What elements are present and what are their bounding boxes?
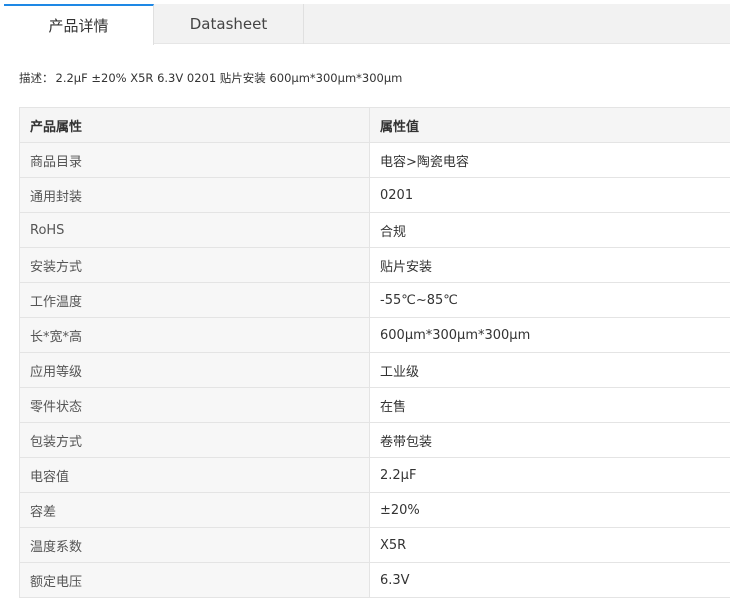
attribute-value: 0201 bbox=[369, 177, 730, 213]
table-row: 额定电压 6.3V bbox=[19, 562, 730, 598]
attribute-name: 额定电压 bbox=[19, 562, 370, 598]
attribute-value: 工业级 bbox=[369, 352, 730, 388]
attribute-value: 2.2μF bbox=[369, 457, 730, 493]
attribute-table: 产品属性 属性值 商品目录 电容>陶瓷电容 通用封装 0201 RoHS 合规 安装方式 贴片… bbox=[19, 107, 730, 598]
attribute-value: 600μm*300μm*300μm bbox=[369, 317, 730, 353]
attribute-value: 在售 bbox=[369, 387, 730, 423]
attribute-name: 温度系数 bbox=[19, 527, 370, 563]
table-row: 应用等级 工业级 bbox=[19, 352, 730, 388]
table-row: 包装方式 卷带包装 bbox=[19, 422, 730, 458]
attribute-name: 长*宽*高 bbox=[19, 317, 370, 353]
tab-datasheet[interactable]: Datasheet bbox=[154, 4, 304, 44]
attribute-name: 容差 bbox=[19, 492, 370, 528]
attribute-name: 包装方式 bbox=[19, 422, 370, 458]
header-attribute: 产品属性 bbox=[19, 107, 370, 143]
attribute-value: X5R bbox=[369, 527, 730, 563]
table-row: 零件状态 在售 bbox=[19, 387, 730, 423]
attribute-name: 工作温度 bbox=[19, 282, 370, 318]
table-row: 电容值 2.2μF bbox=[19, 457, 730, 493]
product-description: 描述： 2.2μF ±20% X5R 6.3V 0201 贴片安装 600μm*3… bbox=[19, 70, 402, 86]
table-row: 温度系数 X5R bbox=[19, 527, 730, 563]
attribute-name: 安装方式 bbox=[19, 247, 370, 283]
attribute-name: 电容值 bbox=[19, 457, 370, 493]
attribute-name: 通用封装 bbox=[19, 177, 370, 213]
tab-bar: 产品详情 Datasheet bbox=[4, 4, 730, 45]
table-row: RoHS 合规 bbox=[19, 212, 730, 248]
attribute-name: 零件状态 bbox=[19, 387, 370, 423]
table-header-row: 产品属性 属性值 bbox=[19, 107, 730, 143]
attribute-value: 贴片安装 bbox=[369, 247, 730, 283]
table-row: 通用封装 0201 bbox=[19, 177, 730, 213]
table-row: 商品目录 电容>陶瓷电容 bbox=[19, 142, 730, 178]
attribute-name: 商品目录 bbox=[19, 142, 370, 178]
tab-product-details[interactable]: 产品详情 bbox=[4, 4, 154, 45]
attribute-value: 合规 bbox=[369, 212, 730, 248]
header-value: 属性值 bbox=[369, 107, 730, 143]
table-row: 容差 ±20% bbox=[19, 492, 730, 528]
attribute-name: 应用等级 bbox=[19, 352, 370, 388]
description-text: 2.2μF ±20% X5R 6.3V 0201 贴片安装 600μm*300μ… bbox=[55, 71, 403, 85]
table-row: 长*宽*高 600μm*300μm*300μm bbox=[19, 317, 730, 353]
table-row: 工作温度 -55℃~85℃ bbox=[19, 282, 730, 318]
attribute-value: -55℃~85℃ bbox=[369, 282, 730, 318]
description-label: 描述： bbox=[19, 71, 54, 85]
attribute-value: 6.3V bbox=[369, 562, 730, 598]
attribute-value: ±20% bbox=[369, 492, 730, 528]
attribute-name: RoHS bbox=[19, 212, 370, 248]
table-row: 安装方式 贴片安装 bbox=[19, 247, 730, 283]
attribute-value: 卷带包装 bbox=[369, 422, 730, 458]
attribute-value: 电容>陶瓷电容 bbox=[369, 142, 730, 178]
